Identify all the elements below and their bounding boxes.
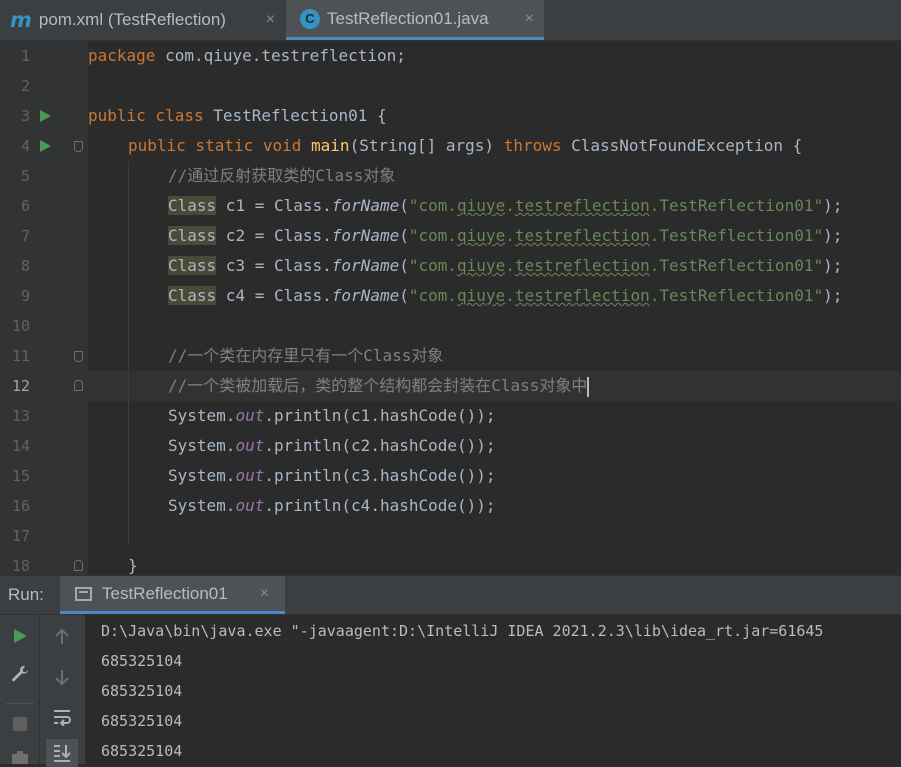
tab-pom-xml[interactable]: m pom.xml (TestReflection) × [0, 0, 285, 40]
line-number: 13 [11, 407, 30, 425]
play-icon [14, 629, 27, 643]
line-number: 8 [20, 257, 30, 275]
modify-run-config-button[interactable] [0, 661, 40, 687]
code-line-8: Class c3 = Class.forName("com.qiuye.test… [168, 256, 843, 275]
scroll-to-end-icon [54, 745, 71, 762]
line-number: 18 [11, 557, 30, 575]
tab-label: TestReflection01.java [327, 8, 489, 28]
code-area[interactable]: package com.qiuye.testreflection; public… [88, 41, 901, 575]
console-icon [75, 586, 92, 601]
scroll-to-end-button[interactable] [46, 739, 78, 767]
run-main-icon[interactable] [40, 140, 51, 152]
indent-guide [128, 161, 129, 545]
code-line-12: //一个类被加载后，类的整个结构都会封装在Class对象中 [168, 376, 590, 397]
code-line-9: Class c4 = Class.forName("com.qiuye.test… [168, 286, 843, 305]
close-icon[interactable]: × [525, 10, 534, 28]
rerun-button[interactable] [0, 623, 40, 649]
soft-wrap-button[interactable] [48, 703, 76, 731]
run-panel-header: Run: TestReflection01 × [0, 575, 901, 615]
console-output-line: 685325104 [101, 712, 183, 730]
line-number-current: 12 [11, 377, 30, 395]
run-tab-label: TestReflection01 [102, 583, 228, 603]
arrow-up-icon [55, 628, 69, 644]
code-line-18: } [128, 556, 138, 575]
soft-wrap-icon [54, 710, 71, 726]
close-icon[interactable]: × [260, 585, 269, 603]
line-number: 6 [20, 197, 30, 215]
line-number: 5 [20, 167, 30, 185]
line-number: 17 [11, 527, 30, 545]
run-label: Run: [8, 585, 44, 604]
line-number: 2 [20, 77, 30, 95]
line-number: 7 [20, 227, 30, 245]
code-line-3: public class TestReflection01 { [88, 106, 387, 125]
fold-icon[interactable] [74, 560, 83, 571]
code-line-6: Class c1 = Class.forName("com.qiuye.test… [168, 196, 843, 215]
line-number: 15 [11, 467, 30, 485]
text-caret [587, 376, 590, 397]
next-occurrence-button[interactable] [48, 663, 76, 691]
code-line-13: System.out.println(c1.hashCode()); [168, 406, 496, 425]
code-line-16: System.out.println(c4.hashCode()); [168, 496, 496, 515]
code-line-7: Class c2 = Class.forName("com.qiuye.test… [168, 226, 843, 245]
java-class-icon: C [300, 8, 320, 29]
code-line-4: public static void main(String[] args) t… [128, 136, 803, 155]
maven-icon: m [10, 8, 32, 32]
code-editor[interactable]: 1 2 3 4 5 6 7 8 9 10 11 12 13 14 15 16 1… [0, 41, 901, 575]
line-number: 14 [11, 437, 30, 455]
camera-button[interactable] [0, 747, 40, 767]
previous-occurrence-button[interactable] [48, 623, 76, 651]
console-output-line: 685325104 [101, 652, 183, 670]
code-line-14: System.out.println(c2.hashCode()); [168, 436, 496, 455]
run-toolbar [0, 615, 40, 764]
code-line-15: System.out.println(c3.hashCode()); [168, 466, 496, 485]
line-number: 1 [20, 47, 30, 65]
code-line-5: //通过反射获取类的Class对象 [168, 166, 396, 185]
line-number: 4 [20, 137, 30, 155]
editor-gutter[interactable]: 1 2 3 4 5 6 7 8 9 10 11 12 13 14 15 16 1… [0, 41, 88, 575]
line-number: 16 [11, 497, 30, 515]
line-number: 9 [20, 287, 30, 305]
run-console: D:\Java\bin\java.exe "-javaagent:D:\Inte… [0, 615, 901, 767]
stop-button[interactable] [0, 711, 40, 737]
line-number: 11 [11, 347, 30, 365]
stop-icon [13, 717, 27, 731]
fold-icon[interactable] [74, 141, 83, 152]
code-line-1: package com.qiuye.testreflection; [88, 46, 406, 65]
console-output-line: 685325104 [101, 682, 183, 700]
console-output-line: D:\Java\bin\java.exe "-javaagent:D:\Inte… [101, 622, 824, 640]
arrow-down-icon [55, 670, 69, 686]
line-number: 10 [11, 317, 30, 335]
fold-icon[interactable] [74, 351, 83, 362]
tab-testreflection01-java[interactable]: C TestReflection01.java × [286, 0, 544, 40]
line-number: 3 [20, 107, 30, 125]
run-tab-testreflection01[interactable]: TestReflection01 × [60, 576, 285, 614]
editor-tab-bar: m pom.xml (TestReflection) × C TestRefle… [0, 0, 901, 41]
fold-icon[interactable] [74, 380, 83, 391]
code-line-11: //一个类在内存里只有一个Class对象 [168, 346, 444, 365]
wrench-icon [12, 666, 28, 682]
camera-icon [12, 751, 28, 764]
console-toolbar [40, 615, 85, 767]
close-icon[interactable]: × [266, 11, 275, 29]
console-output-line: 685325104 [101, 742, 183, 760]
run-class-icon[interactable] [40, 110, 51, 122]
tab-label: pom.xml (TestReflection) [38, 10, 226, 29]
toolbar-separator [6, 703, 34, 704]
